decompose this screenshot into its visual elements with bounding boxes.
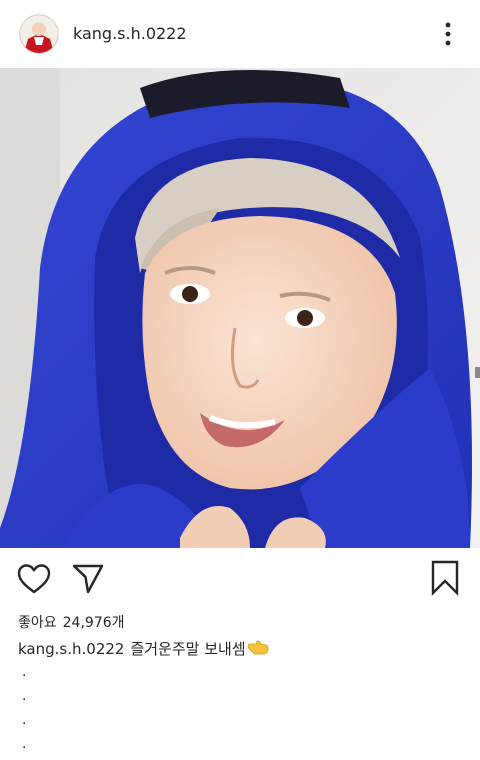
post-author-username[interactable]: kang.s.h.0222 [73,24,187,43]
dot-line: . [22,712,27,728]
save-bookmark-icon[interactable] [430,560,460,596]
dot-line: . [22,736,27,752]
caption-username[interactable]: kang.s.h.0222 [18,640,124,658]
profile-avatar[interactable] [19,14,59,54]
post-header: kang.s.h.0222 [0,0,480,68]
likes-number: 24,976개 [62,615,125,631]
share-paper-plane-icon[interactable] [71,562,105,594]
dot-line: . [22,664,27,680]
caption-text: 즐거운주말 보내셈 [130,640,246,658]
likes-count[interactable]: 좋아요 24,976개 [18,612,125,632]
more-options-icon[interactable] [438,20,458,48]
post-photo[interactable] [0,68,480,548]
like-heart-icon[interactable] [17,563,51,595]
caption-continuation-dots: . . . . [22,664,26,760]
likes-label: 좋아요 [18,615,57,631]
dot-line: . [22,688,27,704]
scroll-indicator [475,367,480,378]
pointing-hand-emoji-icon [247,640,269,656]
post-caption: kang.s.h.0222 즐거운주말 보내셈 [18,638,269,659]
